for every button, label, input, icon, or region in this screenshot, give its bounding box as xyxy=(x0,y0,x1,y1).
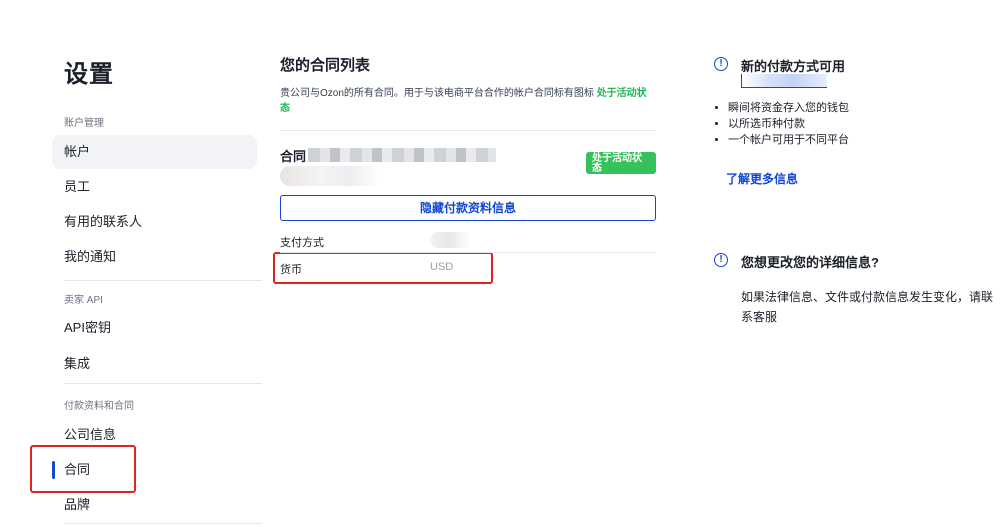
list-item: 瞬间将资金存入您的钱包 xyxy=(728,100,849,116)
sidebar-item-contracts[interactable]: 合同 xyxy=(52,453,257,487)
contracts-title: 您的合同列表 xyxy=(280,57,371,74)
list-item: 一个帐户可用于不同平台 xyxy=(728,132,849,148)
sidebar: 设置 账户管理 帐户 员工 有用的联系人 我的通知 卖家 API API密钥 集… xyxy=(52,0,262,527)
sidebar-divider xyxy=(64,383,262,384)
redacted-contract-date xyxy=(280,166,380,186)
section-account: 账户管理 xyxy=(64,118,104,129)
list-item: 以所选币种付款 xyxy=(728,116,849,132)
currency-value: USD xyxy=(430,261,454,273)
status-badge: 处于活动状态 xyxy=(586,152,656,174)
sidebar-item-integration[interactable]: 集成 xyxy=(52,347,257,381)
page-title: 设置 xyxy=(64,61,114,88)
payment-method-label: 支付方式 xyxy=(280,237,324,249)
info-icon: ! xyxy=(714,253,728,267)
new-payment-title: 新的付款方式可用 xyxy=(741,59,846,74)
currency-label: 货币 xyxy=(280,264,302,276)
sidebar-item-brands[interactable]: 品牌 xyxy=(52,488,257,522)
change-details-text: 如果法律信息、文件或付款信息发生变化，请联系客服 xyxy=(741,290,994,324)
sidebar-divider xyxy=(64,280,262,281)
hide-payment-info-button[interactable]: 隐藏付款资料信息 xyxy=(280,195,656,221)
divider xyxy=(280,130,656,131)
row-divider xyxy=(280,252,656,253)
active-indicator xyxy=(52,461,55,479)
section-seller-api: 卖家 API xyxy=(64,295,103,306)
section-payment: 付款资料和合同 xyxy=(64,401,134,412)
info-icon: ! xyxy=(714,57,728,71)
redacted-payment-method xyxy=(430,232,470,248)
redacted-link xyxy=(741,74,827,88)
sidebar-item-api-keys[interactable]: API密钥 xyxy=(52,311,257,345)
sidebar-divider xyxy=(64,523,262,524)
change-details-title: 您想更改您的详细信息? xyxy=(741,255,879,270)
learn-more-link[interactable]: 了解更多信息 xyxy=(726,170,798,187)
sidebar-item-notifications[interactable]: 我的通知 xyxy=(52,240,257,274)
sidebar-item-label: 合同 xyxy=(64,462,91,477)
highlight-box-currency xyxy=(273,252,493,284)
description-text: 贵公司与Ozon的所有合同。用于与该电商平台合作的帐户合同标有图标 xyxy=(280,88,594,99)
sidebar-item-contacts[interactable]: 有用的联系人 xyxy=(52,205,257,239)
redacted-contract-number xyxy=(308,148,496,162)
sidebar-item-staff[interactable]: 员工 xyxy=(52,170,257,204)
sidebar-item-account[interactable]: 帐户 xyxy=(52,135,257,169)
feature-list: 瞬间将资金存入您的钱包 以所选币种付款 一个帐户可用于不同平台 xyxy=(714,100,849,148)
contracts-description: 贵公司与Ozon的所有合同。用于与该电商平台合作的帐户合同标有图标 处于活动状态 xyxy=(280,86,656,116)
sidebar-item-company-info[interactable]: 公司信息 xyxy=(52,418,257,452)
contract-label: 合同 xyxy=(280,149,307,164)
